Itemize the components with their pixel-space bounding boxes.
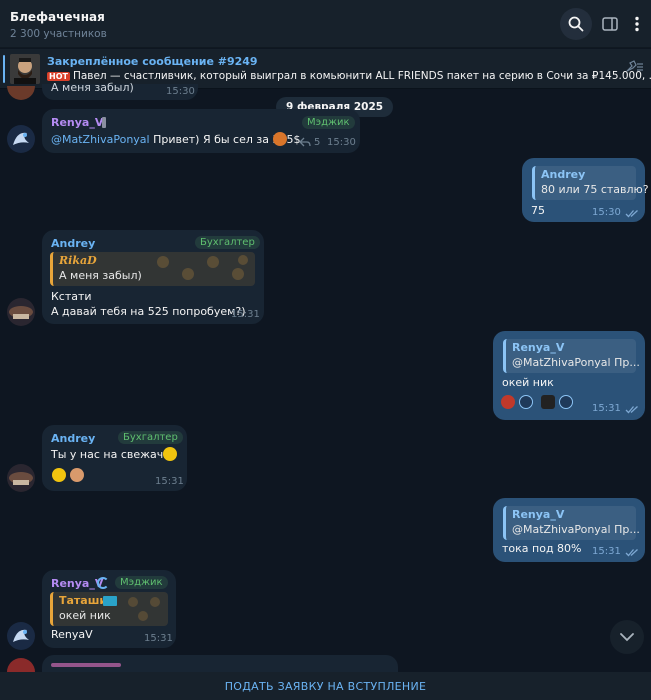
reply-text: 80 или 75 ставлю? [541, 183, 649, 196]
message-bubble[interactable]: Renya_V Мэджик @MatZhivaPonyal Привет) Я… [42, 109, 360, 153]
member-count: 2 300 участников [10, 28, 107, 40]
reply-text: @MatZhivaPonyal Пр... [512, 356, 640, 369]
message-bubble[interactable]: А меня забыл) 15:30 [42, 81, 198, 100]
more-vertical-icon [635, 16, 639, 32]
pinned-preview: Павел — счастливчик, который выиграл в к… [72, 70, 651, 82]
chat-header[interactable]: Блефачечная 2 300 участников [0, 0, 651, 48]
message-time: 15:30 [592, 207, 621, 218]
reply-author: Renya_V [512, 508, 565, 521]
spiral-status-icon [97, 577, 109, 589]
message-time: 15:31 [231, 309, 260, 320]
reply-quote[interactable]: Renya_V @MatZhivaPonyal Пр... [503, 339, 640, 373]
cat-pattern [123, 594, 167, 624]
avatar[interactable] [7, 125, 35, 153]
more-menu-button[interactable] [622, 8, 651, 40]
reply-author: Andrey [541, 168, 586, 181]
avatar[interactable] [7, 622, 35, 650]
message-text: тока под 80% [502, 542, 582, 555]
pinned-title[interactable]: Закреплённое сообщение #9249 [47, 55, 258, 68]
reaction-sticker[interactable] [559, 395, 573, 409]
reply-count[interactable]: 5 [314, 137, 320, 148]
message-text: А меня забыл) [51, 81, 134, 94]
message-time: 15:31 [155, 476, 184, 487]
reaction-row[interactable] [501, 395, 581, 411]
sidebar-panel-icon [602, 17, 618, 31]
message-text: окей ник [502, 376, 554, 389]
unpin-button[interactable] [624, 59, 644, 78]
message-author[interactable]: Andrey [51, 432, 95, 445]
unpin-icon [626, 60, 643, 72]
reaction-emoji[interactable] [52, 468, 66, 482]
role-badge: Бухгалтер [118, 431, 183, 444]
avatar[interactable] [7, 86, 35, 100]
reaction-sticker[interactable] [501, 395, 515, 409]
message-author[interactable]: Andrey [51, 237, 95, 250]
avatar[interactable] [7, 464, 35, 492]
message-author[interactable]: Renya_V [51, 116, 103, 129]
message-time: 15:30 [327, 137, 356, 148]
reaction-sticker[interactable] [541, 395, 555, 409]
join-request-bar[interactable]: ПОДАТЬ ЗАЯВКУ НА ВСТУПЛЕНИЕ [0, 672, 651, 700]
reply-quote[interactable]: Andrey 80 или 75 ставлю? [532, 166, 649, 200]
message-bubble[interactable]: Renya_V @MatZhivaPonyal Пр... тока под 8… [493, 498, 645, 562]
pinned-thumbnail [10, 54, 40, 84]
reply-author: RikaD [59, 254, 97, 267]
author-status-icon [102, 117, 106, 128]
pinned-text: HOT Павел — счастливчик, который выиграл … [47, 70, 651, 82]
money-bag-pattern [153, 254, 253, 284]
search-icon [568, 16, 584, 32]
reply-text: А меня забыл) [59, 269, 142, 282]
double-check-icon [625, 210, 638, 218]
reaction-sticker[interactable] [519, 395, 533, 409]
chevron-down-icon [620, 632, 634, 641]
message-bubble[interactable]: Renya_V @MatZhivaPonyal Пр... окей ник 1… [493, 331, 645, 420]
message-text: Ты у нас на свежачка [51, 448, 177, 461]
smile-emoji [163, 447, 177, 461]
reply-quote[interactable]: RikaD А меня забыл) [50, 252, 255, 286]
message-time: 15:31 [592, 546, 621, 557]
reply-text: @MatZhivaPonyal Пр... [512, 523, 640, 536]
message-text: @MatZhivaPonyal Привет) Я бы сел за 525$ [51, 133, 300, 146]
author-fragment [51, 663, 121, 667]
message-author[interactable]: Renya_V [51, 577, 103, 590]
message-bubble[interactable]: Andrey Бухгалтер RikaD А меня забыл) Кст… [42, 230, 264, 324]
message-time: 15:31 [592, 403, 621, 414]
role-badge: Бухгалтер [195, 236, 260, 249]
reply-author: Renya_V [512, 341, 565, 354]
message-text-line: Кстати [51, 290, 92, 303]
reply-quote[interactable]: Таташи окей ник [50, 592, 168, 626]
avatar[interactable] [7, 658, 35, 672]
hot-badge: HOT [47, 72, 70, 81]
message-bubble[interactable]: Renya_V Мэджик Таташи окей ник RenyaV 15… [42, 570, 176, 648]
reaction-emoji[interactable] [70, 468, 84, 482]
message-text: 75 [531, 204, 545, 217]
double-check-icon [625, 549, 638, 557]
pinned-indicator [3, 55, 5, 83]
message-bubble[interactable]: Andrey Бухгалтер Ты у нас на свежачка 15… [42, 425, 187, 491]
scroll-to-bottom-button[interactable] [610, 620, 644, 654]
reply-text: окей ник [59, 609, 111, 622]
reply-icon[interactable] [299, 137, 311, 147]
flag-emoji [103, 596, 117, 606]
message-time: 15:30 [166, 86, 195, 97]
join-request-button[interactable]: ПОДАТЬ ЗАЯВКУ НА ВСТУПЛЕНИЕ [225, 680, 427, 693]
double-check-icon [625, 406, 638, 414]
reply-author: Таташи [59, 594, 108, 607]
role-badge: Мэджик [115, 576, 168, 589]
search-button[interactable] [560, 8, 592, 40]
message-bubble[interactable]: Andrey 80 или 75 ставлю? 75 15:30 [522, 158, 649, 222]
message-time: 15:31 [144, 633, 173, 644]
chat-title[interactable]: Блефачечная [10, 10, 105, 24]
mention-link[interactable]: @MatZhivaPonyal [51, 133, 150, 146]
message-text: RenyaV [51, 628, 93, 641]
role-badge: Мэджик [302, 116, 355, 129]
message-text-line: А давай тебя на 525 попробуем?) [51, 305, 246, 318]
basketball-emoji [273, 132, 287, 146]
message-bubble[interactable] [42, 655, 398, 672]
avatar[interactable] [7, 298, 35, 326]
reply-quote[interactable]: Renya_V @MatZhivaPonyal Пр... [503, 506, 640, 540]
